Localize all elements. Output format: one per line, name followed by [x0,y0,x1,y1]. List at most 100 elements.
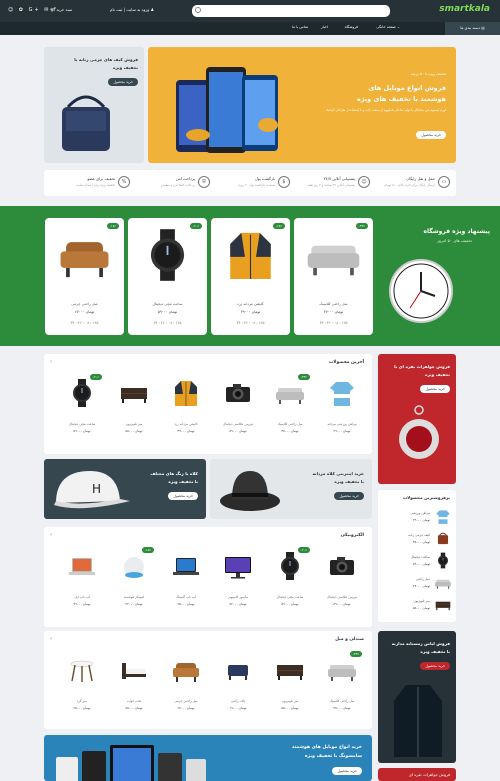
product-card[interactable]: دوربین عکاسی دیجیتال ۸۹۰۰۰ تومان [218,374,258,444]
hero-banner[interactable]: تخفیف ویژه تا ۵۰ درصد فروش انواع موبایل … [148,47,456,163]
product-card[interactable]: پیراهن ورزشی مردانه ۲۹۰۰۰ تومان [322,374,362,444]
bestseller-item[interactable]: مبل راحتی ۴۷۰۰۰ تومان [382,574,452,594]
product-name: مبل راحتی چرمی [71,302,98,306]
product-price: ۴۷۰۰۰ تومان [323,310,344,314]
product-image [434,552,452,570]
search-icon[interactable] [195,7,201,13]
product-card[interactable]: لپ تاپ اپل ۹۹۰۰۰ تومان [62,547,102,617]
countdown-timer: ۳۴ : ۴۶ : ۰۸ : ۱۲۵ [319,321,348,325]
product-image [55,226,114,284]
nav-item-shop[interactable]: فروشگاه [345,25,358,29]
user-icon: ♟ [149,7,155,12]
product-name: کاپشن مردانه زرد [237,302,264,306]
site-logo[interactable]: smartkala [439,4,490,14]
phones-buy-button[interactable]: خرید محصول [332,767,362,775]
product-image [66,655,98,685]
product-card[interactable]: میز تلویزیون ۵۵۰۰۰ تومان [114,374,154,444]
product-card[interactable]: مبل راحتی چرمی ۶۷۰۰۰ تومان [166,651,206,721]
product-name: لپ تاپ گیمینگ [175,595,197,599]
login-label: ورود به سایت | ثبت نام [110,7,150,12]
hero-title-2: هوشمند با تخفیف های ویژه [356,95,446,103]
product-price: ۲۹۰۰۰ تومان [412,518,430,522]
product-image [66,551,98,581]
product-card[interactable]: مانیتور کامپیوتر ۷۲۰۰۰ تومان [218,547,258,617]
product-image [222,551,254,581]
product-card[interactable]: -۲۰٪ ساعت مچی دیجیتال ۵۹۰۰۰ تومان [62,374,102,444]
product-name: مبل راحتی چرمی [174,699,198,703]
product-name: ساعت دیجیتال [410,555,430,559]
special-card[interactable]: -۳۲٪ مبل راحتی کلاسیک ۴۷۰۰۰ تومان ۳۴ : ۴۶ :… [294,218,373,335]
prev-arrow-icon[interactable]: ‹ [50,532,52,538]
product-card[interactable]: -۲۰٪ ساعت مچی دیجیتال ۵۹۰۰۰ تومان [270,547,310,617]
hero-desc: لورم ایپسوم متن ساختگی با تولید سادگی نا… [325,108,446,112]
bestseller-item[interactable]: پیراهن ورزشی ۲۹۰۰۰ تومان [382,508,452,528]
bag-banner[interactable]: فروش کیف های چرمی زنانه با تخفیف ویژه خر… [44,47,144,163]
prev-arrow-icon[interactable]: ‹ [50,359,52,365]
nav-item-contact[interactable]: تماس با ما [292,25,308,29]
ruby-banner[interactable]: فروش جواهرات نقره ای با تخفیف ویژه خرید … [378,354,456,484]
product-name: لپ تاپ اپل [74,595,90,599]
login-link[interactable]: ♟ ورود به سایت | ثبت نام [110,7,154,12]
product-card[interactable]: تخت خواب ۸۵۰۰۰ تومان [114,651,154,721]
product-price: ۳۹۰۰۰ تومان [240,310,261,314]
product-card[interactable]: -۳۳٪ مبل راحتی کلاسیک ۴۷۰۰۰ تومان [322,651,362,721]
feature-title: حمل و نقل رایگان [406,176,435,181]
product-card[interactable]: -۱۵٪ اسپیکر هوشمند ۲۴۰۰۰ تومان [114,547,154,617]
hat-banner[interactable]: خرید اینترنتی کلاه مردانه با تخفیف ویژه … [210,459,372,519]
special-card[interactable]: -۱۸٪ مبل راحتی چرمی ۶۷۰۰۰ تومان ۳۴ : ۴۶ : ۰… [45,218,124,335]
search-input[interactable] [192,5,390,17]
electronics-section: الکترونیکی ‹ دوربین عکاسی دیجیتال ۸۹۰۰۰ ت… [44,527,372,627]
nav-item-news[interactable]: اخبار [321,25,328,29]
bestseller-item[interactable]: ساعت دیجیتال ۵۹۰۰۰ تومان [382,552,452,572]
money-back-icon: $ [278,176,290,188]
hat-image [220,471,280,511]
product-name: مبل راحتی کلاسیک [329,699,355,703]
phones-banner[interactable]: خرید انواع موبایل های هوشمند سامسونگ با … [44,735,372,781]
product-name: تخت خواب [126,699,142,703]
product-card[interactable]: دوربین عکاسی دیجیتال ۸۹۰۰۰ تومان [322,547,362,617]
nav-item-home[interactable]: صفحه خانگی ⌄ [376,25,400,29]
product-image [222,378,254,408]
product-name: ساعت مچی دیجیتال [276,595,304,599]
all-categories-button[interactable]: دسته بندی ها ▤ [445,22,500,35]
product-card[interactable]: میز تلویزیون ۵۵۰۰۰ تومان [270,651,310,721]
cap-buy-button[interactable]: خرید محصول [168,492,198,500]
feature-support: ☺ پشتیبانی آنلاین ۲۴/۷ پشتیبانی آنلاین ۲۴ … [290,174,370,192]
bag-buy-button[interactable]: خرید محصول [108,78,138,86]
product-name: میز گرد [76,699,88,703]
bestseller-item[interactable]: میز تلویزیون ۵۵۰۰۰ تومان [382,596,452,616]
bottom-side-title: فروش جواهرات نقره ای [408,772,450,777]
clock-icon [389,259,453,323]
product-image [326,551,358,581]
cap-banner[interactable]: کلاه با رنگ های مختلف با تخفیف ویژه خرید… [44,459,206,519]
product-name: دوربین عکاسی دیجیتال [222,422,254,426]
product-image [434,596,452,614]
product-card[interactable]: پاف راحتی ۱۹۰۰۰ تومان [218,651,258,721]
product-name: میز تلویزیون [413,599,430,603]
feature-title: پشتیبانی آنلاین ۲۴/۷ [323,176,355,181]
product-card[interactable]: لپ تاپ گیمینگ ۹۵۰۰۰ تومان [166,547,206,617]
ruby-buy-button[interactable]: خرید محصول [420,385,450,393]
hero-buy-button[interactable]: خرید محصول [416,131,446,139]
special-card[interactable]: -۱۵٪ کاپشن مردانه زرد ۳۹۰۰۰ تومان ۳۴ : ۴۶ :… [211,218,290,335]
hat-title-2: با تخفیف ویژه [334,479,364,484]
feature-title: پرداخت امن [175,176,195,181]
hat-buy-button[interactable]: خرید محصول [334,492,364,500]
hero-title-1: فروش انواع موبایل های [368,84,446,92]
prev-arrow-icon[interactable]: ‹ [50,636,52,642]
jacket-banner[interactable]: فروش لباس زمستانه مدارنه با تخفیف ویژه خ… [378,631,456,763]
jacket-buy-button[interactable]: خرید محصول [420,662,450,670]
product-card[interactable]: میز گرد ۲۵۰۰۰ تومان [62,651,102,721]
special-card[interactable]: -۲۰٪ ساعت مچی دیجیتال ۵۹۰۰۰ تومان ۳۴ : ۴۶ :… [128,218,207,335]
product-image [304,226,363,284]
bottom-side-banner[interactable]: فروش جواهرات نقره ای [378,768,456,781]
product-card[interactable]: کاپشن مردانه زرد ۳۹۰۰۰ تومان [166,374,206,444]
product-card[interactable]: -۳۳٪ مبل راحتی کلاسیک ۴۷۰۰۰ تومان [270,374,310,444]
product-price: ۱۹۰۰۰ تومان [229,706,247,710]
percent-icon: % [118,176,130,188]
jacket-image [394,685,442,757]
bestseller-item[interactable]: کیف چرمی زنانه ۳۵۰۰۰ تومان [382,530,452,550]
special-title: پیشنهاد ویژه فروشگاه [423,228,490,235]
feature-title: تخفیف برای عضو [87,176,115,181]
social-icons[interactable]: ☺ ✿ G+ ✉ f [8,7,58,13]
